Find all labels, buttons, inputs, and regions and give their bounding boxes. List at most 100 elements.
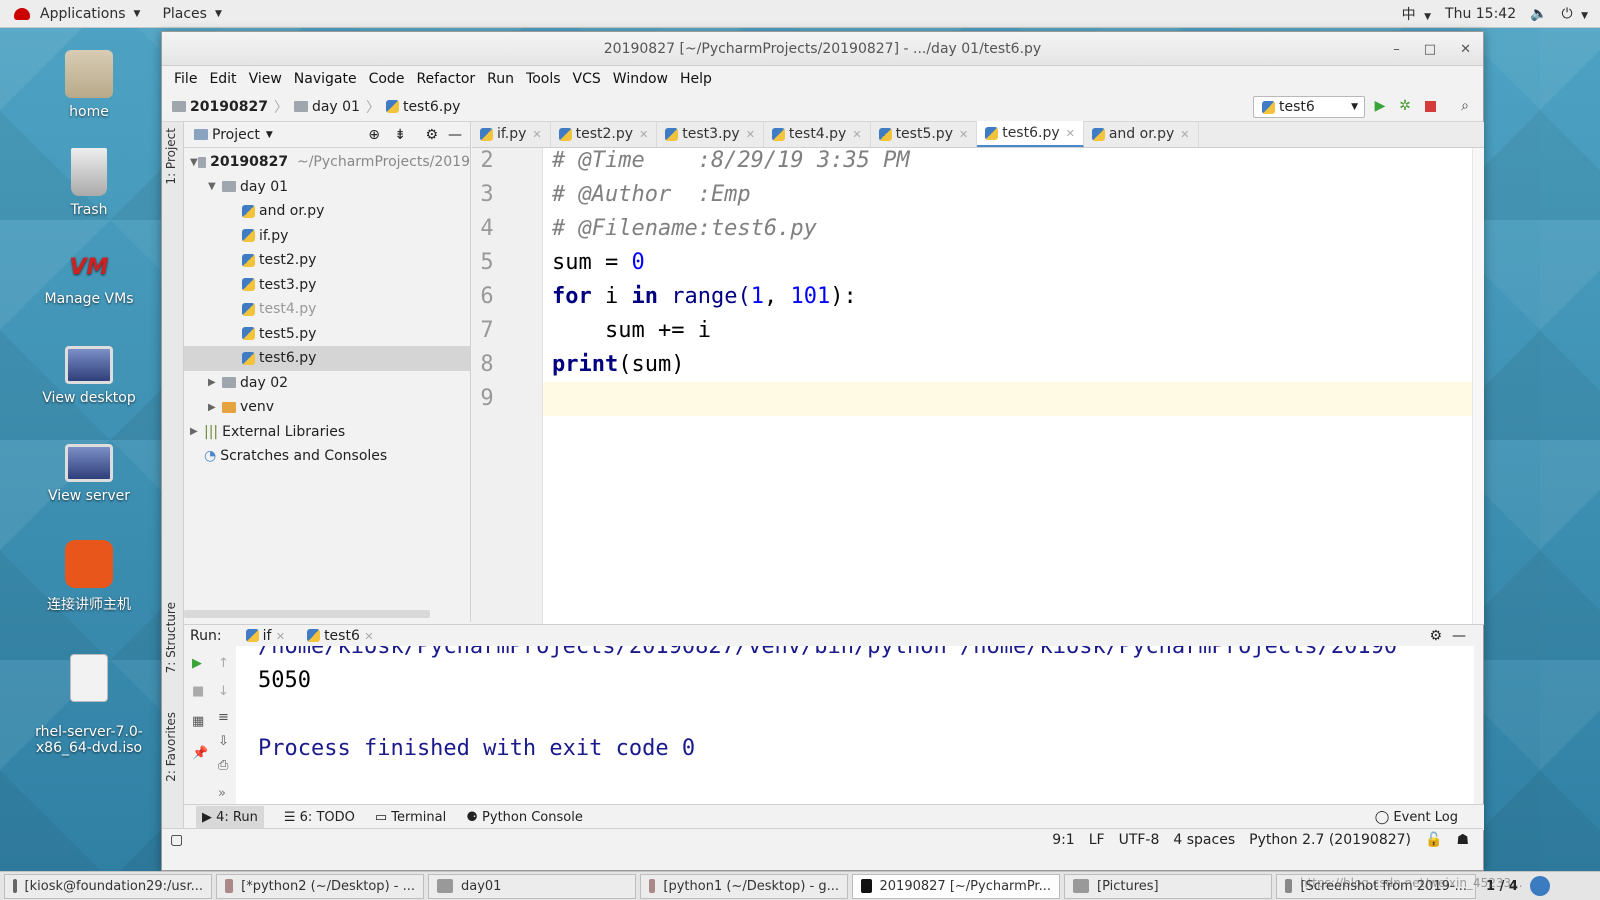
scroll-to-end-icon[interactable]: ⇩ xyxy=(218,734,229,749)
task-screenshot[interactable]: [Screenshot from 2019-... xyxy=(1276,873,1476,899)
tab-test6[interactable]: test6.py ✕ xyxy=(977,121,1084,147)
indent-setting[interactable]: 4 spaces xyxy=(1173,832,1235,848)
desktop-icon-view-desktop[interactable]: View desktop xyxy=(20,346,158,406)
tab-test5[interactable]: test5.py ✕ xyxy=(871,121,978,147)
tab-structure-side[interactable]: 7: Structure xyxy=(164,602,178,673)
menu-help[interactable]: Help xyxy=(674,71,718,87)
tab-event-log[interactable]: ◯ Event Log xyxy=(1375,810,1458,825)
breadcrumb-root[interactable]: 20190827 xyxy=(190,99,268,115)
menu-vcs[interactable]: VCS xyxy=(567,71,607,87)
clock[interactable]: Thu 15:42 xyxy=(1445,6,1516,22)
code-editor[interactable]: 2 3 4 5 6 7 8 9 # @Time :8/29/19 3:35 PM… xyxy=(472,148,1472,624)
cursor-position[interactable]: 9:1 xyxy=(1052,832,1075,848)
print-icon[interactable]: ⎙ xyxy=(218,758,228,773)
tab-python-console[interactable]: ⚈ Python Console xyxy=(466,810,583,825)
tab-test4[interactable]: test4.py ✕ xyxy=(764,121,871,147)
power-icon[interactable]: ⏻ ▼ xyxy=(1562,6,1588,22)
tree-root[interactable]: ▼ 20190827 ~/PycharmProjects/2019 xyxy=(184,150,470,175)
tree-file-selected[interactable]: test6.py xyxy=(184,346,470,371)
notification-icon[interactable] xyxy=(1529,876,1550,896)
search-icon[interactable]: ⌕ xyxy=(1457,98,1473,114)
hide-icon[interactable]: — xyxy=(1452,628,1466,644)
tab-terminal[interactable]: ▭ Terminal xyxy=(375,810,446,825)
menu-window[interactable]: Window xyxy=(607,71,674,87)
tab-favorites-side[interactable]: 2: Favorites xyxy=(164,712,178,782)
desktop-icon-connect-teacher[interactable]: 连接讲师主机 xyxy=(20,540,158,614)
tab-run[interactable]: ▶ 4: Run xyxy=(196,806,264,829)
desktop-icon-home[interactable]: home xyxy=(20,50,158,120)
tree-file[interactable]: if.py xyxy=(184,224,470,249)
tree-folder-venv[interactable]: ▶ venv xyxy=(184,395,470,420)
tree-external-libraries[interactable]: ▶ ||| External Libraries xyxy=(184,420,470,445)
run-tab-test6[interactable]: test6 ✕ xyxy=(307,628,374,644)
tree-file[interactable]: test2.py xyxy=(184,248,470,273)
tab-todo[interactable]: ☰ 6: TODO xyxy=(284,810,355,825)
lock-icon[interactable]: 🔓 xyxy=(1425,832,1442,848)
collapse-icon[interactable]: ⇟ xyxy=(394,127,406,143)
window-titlebar[interactable]: 20190827 [~/PycharmProjects/20190827] - … xyxy=(162,32,1483,66)
close-button[interactable]: ✕ xyxy=(1460,42,1471,57)
menu-refactor[interactable]: Refactor xyxy=(410,71,481,87)
tab-and-or[interactable]: and or.py ✕ xyxy=(1084,121,1199,147)
menu-navigate[interactable]: Navigate xyxy=(288,71,363,87)
desktop-icon-manage-vms[interactable]: VM Manage VMs xyxy=(20,255,158,307)
inspector-icon[interactable]: ☗ xyxy=(1456,832,1469,848)
tree-folder-day01[interactable]: ▼ day 01 xyxy=(184,175,470,200)
task-gedit-python1[interactable]: [python1 (~/Desktop) - g... xyxy=(640,873,848,899)
menu-file[interactable]: File xyxy=(168,71,203,87)
run-icon[interactable]: ▶ xyxy=(1372,98,1388,114)
applications-menu[interactable]: Applications ▼ xyxy=(6,6,148,22)
breadcrumb-file[interactable]: test6.py xyxy=(403,99,460,115)
breadcrumb-folder[interactable]: day 01 xyxy=(312,99,360,115)
tree-scratches[interactable]: ◔ Scratches and Consoles xyxy=(184,444,470,469)
task-terminal[interactable]: [kiosk@foundation29:/usr... xyxy=(4,873,212,899)
minimize-button[interactable]: – xyxy=(1393,42,1400,57)
tab-test3[interactable]: test3.py ✕ xyxy=(657,121,764,147)
menu-view[interactable]: View xyxy=(243,71,288,87)
maximize-button[interactable]: □ xyxy=(1424,42,1436,57)
tab-project-side[interactable]: 1: Project xyxy=(164,128,178,185)
tab-test2[interactable]: test2.py ✕ xyxy=(551,121,658,147)
desktop-icon-view-server[interactable]: View server xyxy=(20,444,158,504)
input-method-indicator[interactable]: 中 ▼ xyxy=(1402,4,1431,24)
line-separator[interactable]: LF xyxy=(1089,832,1105,848)
debug-icon[interactable]: ✲ xyxy=(1397,98,1413,114)
tree-file[interactable]: test5.py xyxy=(184,322,470,347)
tree-file[interactable]: test4.py xyxy=(184,297,470,322)
stop-icon[interactable] xyxy=(1422,98,1438,114)
tree-file[interactable]: and or.py xyxy=(184,199,470,224)
run-tab-if[interactable]: if ✕ xyxy=(245,628,285,644)
project-view-select[interactable]: Project xyxy=(212,127,260,143)
hide-icon[interactable]: — xyxy=(448,127,462,143)
menu-code[interactable]: Code xyxy=(363,71,411,87)
desktop-icon-trash[interactable]: Trash xyxy=(20,148,158,218)
task-day01[interactable]: day01 xyxy=(428,873,636,899)
menu-edit[interactable]: Edit xyxy=(203,71,242,87)
task-pycharm[interactable]: 20190827 [~/PycharmPr... xyxy=(852,873,1060,899)
down-arrow-icon[interactable]: ↓ xyxy=(218,684,229,699)
task-pictures[interactable]: [Pictures] xyxy=(1064,873,1272,899)
menu-run[interactable]: Run xyxy=(481,71,520,87)
gear-icon[interactable]: ⚙ xyxy=(1429,628,1442,644)
project-scrollbar[interactable] xyxy=(184,610,430,618)
locate-icon[interactable]: ⊕ xyxy=(368,127,380,143)
rerun-icon[interactable]: ▶ xyxy=(192,656,202,671)
toggle-tool-windows-icon[interactable]: ▢ xyxy=(170,832,183,848)
python-interpreter[interactable]: Python 2.7 (20190827) xyxy=(1249,832,1411,848)
places-menu[interactable]: Places ▼ xyxy=(154,6,229,22)
workspace-pager[interactable]: 1 / 4 xyxy=(1486,879,1518,894)
run-config-select[interactable]: test6 ▼ xyxy=(1253,96,1365,118)
tab-if[interactable]: if.py ✕ xyxy=(472,121,551,147)
pin-icon[interactable]: 📌 xyxy=(192,746,208,761)
stop-icon[interactable]: ■ xyxy=(192,684,204,699)
tree-file[interactable]: test3.py xyxy=(184,273,470,298)
up-arrow-icon[interactable]: ↑ xyxy=(218,656,229,671)
editor-scrollbar[interactable] xyxy=(1472,148,1484,624)
desktop-icon-iso[interactable]: rhel-server-7.0- x86_64-dvd.iso xyxy=(20,638,158,756)
more-icon[interactable]: » xyxy=(218,786,226,801)
layout-icon[interactable]: ▦ xyxy=(192,714,204,729)
menu-tools[interactable]: Tools xyxy=(520,71,567,87)
file-encoding[interactable]: UTF-8 xyxy=(1119,832,1160,848)
gear-icon[interactable]: ⚙ xyxy=(425,127,438,143)
soft-wrap-icon[interactable]: ≡ xyxy=(218,710,229,725)
